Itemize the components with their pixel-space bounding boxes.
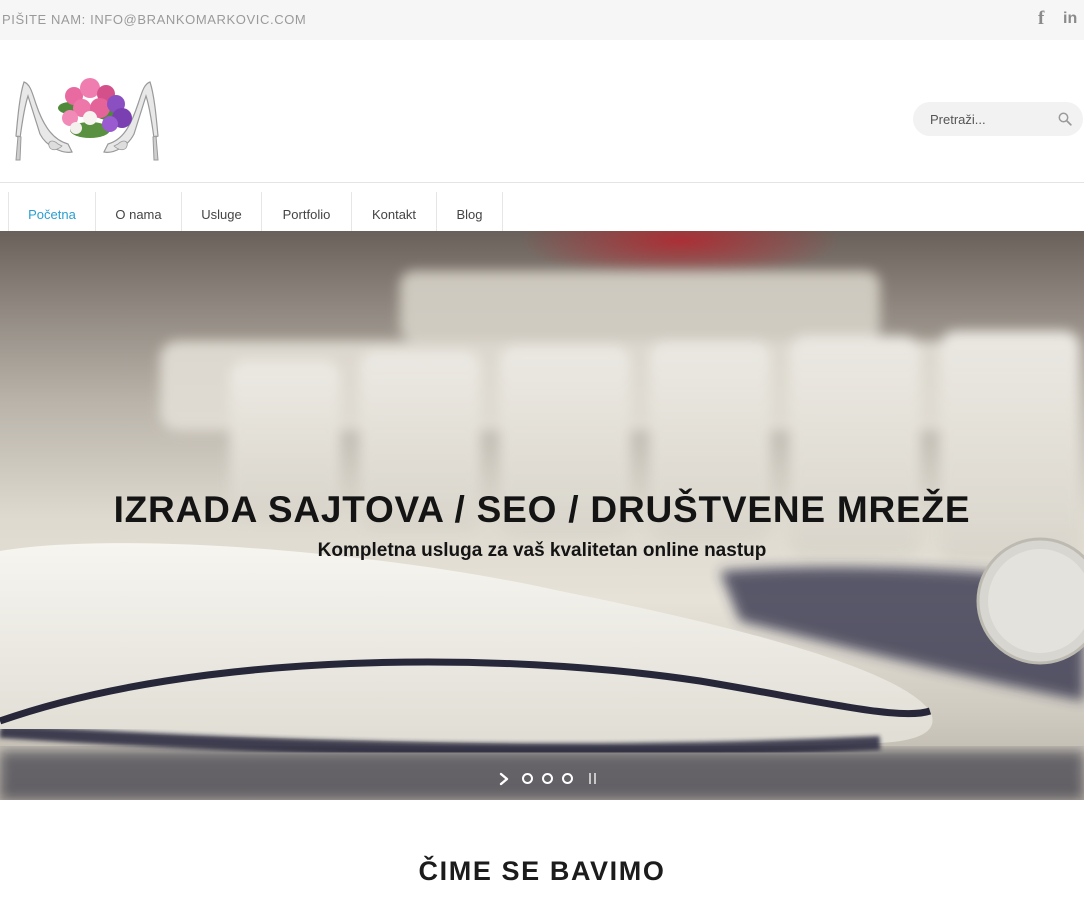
top-bar: PIŠITE NAM: INFO@BRANKOMARKOVIC.COM f in [0,0,1084,40]
slider-dot-3[interactable] [562,773,573,784]
nav-item-usluge[interactable]: Usluge [181,192,261,231]
nav-item-o-nama[interactable]: O nama [95,192,181,231]
hero-title: IZRADA SAJTOVA / SEO / DRUŠTVENE MREŽE [113,489,971,530]
linkedin-icon[interactable]: in [1063,10,1077,28]
nav-item-kontakt[interactable]: Kontakt [351,192,436,231]
search-input[interactable] [913,102,1053,136]
main-navigation: Početna O nama Usluge Portfolio Kontakt … [0,184,1084,231]
hero-slider: IZRADA SAJTOVA / SEO / DRUŠTVENE MREŽE K… [0,231,1084,800]
site-logo[interactable] [10,74,166,162]
nav-item-portfolio[interactable]: Portfolio [261,192,351,231]
nav-divider [502,192,503,231]
hero-subtitle: Kompletna usluga za vaš kvalitetan onlin… [317,540,767,561]
contact-email[interactable]: PIŠITE NAM: INFO@BRANKOMARKOVIC.COM [2,12,306,27]
section-title: ČIME SE BAVIMO [418,856,666,886]
chevron-right-icon[interactable] [497,772,511,786]
facebook-icon[interactable]: f [1038,8,1044,30]
search-icon[interactable] [1058,112,1072,126]
site-header [0,40,1084,183]
slider-dot-1[interactable] [522,773,533,784]
nav-item-blog[interactable]: Blog [436,192,502,231]
search-box [913,102,1083,136]
pause-icon[interactable] [588,773,598,784]
slider-dot-2[interactable] [542,773,553,784]
nav-item-pocetna[interactable]: Početna [8,192,95,231]
